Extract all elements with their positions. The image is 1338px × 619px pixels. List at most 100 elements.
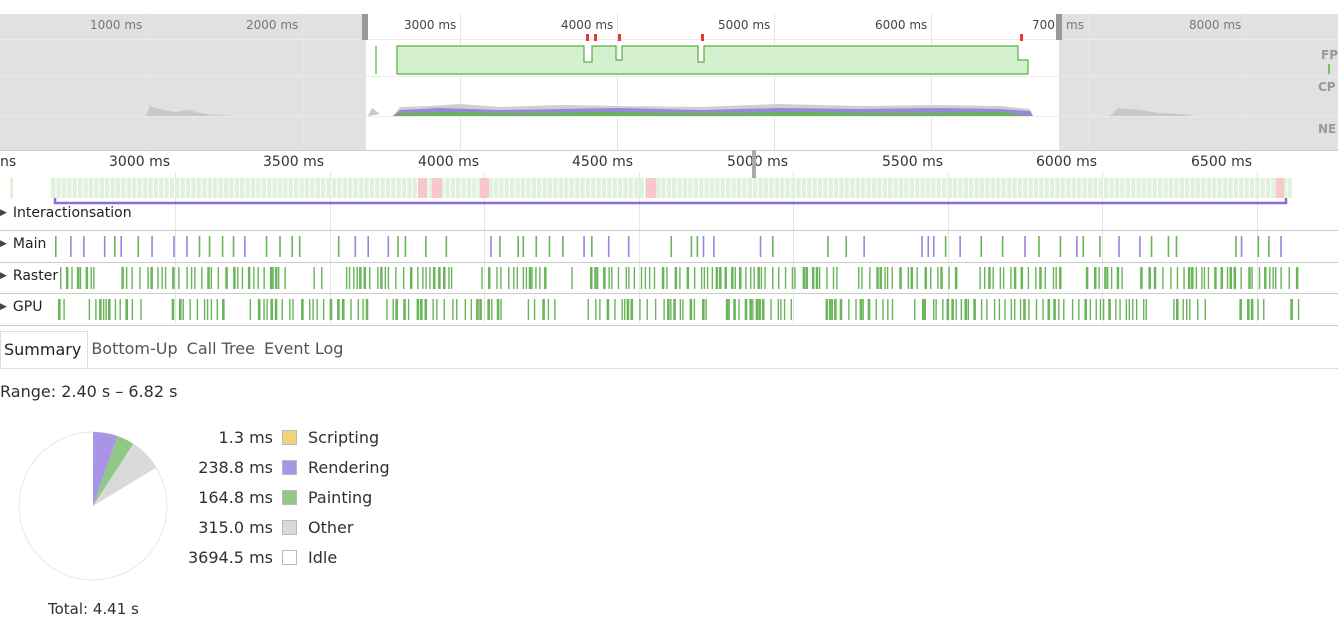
- frame-block: [736, 178, 742, 198]
- frame-block: [1001, 178, 1006, 198]
- tab-bottom-up[interactable]: Bottom-Up: [88, 331, 183, 368]
- legend-swatch: [282, 490, 297, 505]
- track-interactions[interactable]: ▶ Interactionsation: [0, 200, 1338, 231]
- expand-triangle-icon[interactable]: ▶: [0, 271, 7, 281]
- frame-block: [866, 178, 871, 198]
- frame-block: [126, 178, 131, 198]
- frame-block: [337, 178, 342, 198]
- tab-summary[interactable]: Summary: [0, 331, 89, 368]
- overview-left-handle[interactable]: [362, 14, 368, 40]
- frame-block: [1179, 178, 1184, 198]
- frame-block: [1055, 178, 1060, 198]
- track-main[interactable]: ▶ Main: [0, 230, 1338, 262]
- frame-block: [510, 178, 515, 198]
- frame-block: [974, 178, 979, 198]
- toolbar-strip: [0, 0, 1338, 15]
- frame-block: [148, 178, 153, 198]
- legend-name: Scripting: [308, 428, 380, 447]
- frame-block: [1152, 178, 1157, 198]
- frame-block: [817, 178, 823, 198]
- frame-block: [1028, 178, 1033, 198]
- frame-block: [661, 178, 666, 198]
- expand-triangle-icon[interactable]: ▶: [0, 208, 7, 218]
- frame-block-dropped: [432, 178, 442, 198]
- frame-block: [56, 178, 61, 198]
- summary-pie-chart: [18, 431, 168, 581]
- frame-block: [229, 178, 234, 198]
- frame-block: [537, 178, 542, 198]
- frame-block: [601, 178, 607, 198]
- frame-block: [1120, 178, 1125, 198]
- frame-block: [1271, 178, 1276, 198]
- tab-call-tree[interactable]: Call Tree: [184, 331, 261, 368]
- frame-block: [369, 178, 374, 198]
- track-label: Raster: [12, 268, 59, 284]
- frame-block: [256, 178, 261, 198]
- frame-block: [580, 178, 585, 198]
- frame-block: [996, 178, 1001, 198]
- frame-block: [828, 178, 833, 198]
- expand-triangle-icon[interactable]: ▶: [0, 302, 7, 312]
- overview-right-handle[interactable]: [1056, 14, 1062, 40]
- frame-block: [526, 178, 531, 198]
- frame-block: [942, 178, 947, 198]
- frame-block: [807, 178, 812, 198]
- cursor-marker: [752, 150, 756, 178]
- frame-block: [909, 178, 914, 198]
- frame-block: [88, 178, 94, 198]
- frame-block: [240, 178, 245, 198]
- frame-block: [207, 178, 212, 198]
- frame-block: [321, 178, 326, 198]
- legend-name: Rendering: [308, 458, 390, 477]
- frame-block: [758, 178, 763, 198]
- frame-block: [353, 178, 358, 198]
- legend-value: 238.8 ms: [198, 458, 273, 477]
- frame-block: [569, 178, 574, 198]
- frame-block: [310, 178, 315, 198]
- timeline-overview[interactable]: 1000 ms 2000 ms 3000 ms 4000 ms 5000 ms …: [0, 14, 1338, 150]
- frame-block: [1114, 178, 1120, 198]
- frame-block: [142, 178, 148, 198]
- frame-block: [1141, 178, 1147, 198]
- frame-block: [412, 178, 418, 198]
- tab-event-log[interactable]: Event Log: [261, 331, 350, 368]
- frame-block: [1017, 178, 1022, 198]
- frame-block: [1233, 178, 1238, 198]
- track-gpu[interactable]: ▶ GPU: [0, 293, 1338, 326]
- legend-swatch: [282, 550, 297, 565]
- frame-block-dropped: [418, 178, 427, 198]
- frame-block: [1174, 178, 1179, 198]
- frame-block: [1260, 178, 1265, 198]
- frame-block: [715, 178, 720, 198]
- frame-block: [915, 178, 920, 198]
- overview-graphs: [146, 34, 1330, 116]
- frame-block: [72, 178, 77, 198]
- legend-value: 3694.5 ms: [188, 548, 273, 567]
- frame-block: [1104, 178, 1109, 198]
- frame-block: [1125, 178, 1130, 198]
- frame-block: [1249, 178, 1255, 198]
- frame-block: [1185, 178, 1190, 198]
- frame-block: [877, 178, 882, 198]
- frame-block: [774, 178, 779, 198]
- frame-block: [515, 178, 520, 198]
- frame-block: [796, 178, 801, 198]
- frame-block: [709, 178, 715, 198]
- frame-block: [591, 178, 596, 198]
- track-label: Main: [12, 236, 47, 252]
- flame-chart[interactable]: ns 3000 ms 3500 ms 4000 ms 4500 ms 5000 …: [0, 150, 1338, 326]
- expand-triangle-icon[interactable]: ▶: [0, 239, 7, 249]
- track-label: Interactionsation: [12, 205, 132, 221]
- legend-name: Idle: [308, 548, 338, 567]
- frame-block: [402, 178, 407, 198]
- frame-block: [893, 178, 898, 198]
- frame-block: [1044, 178, 1049, 198]
- track-raster[interactable]: ▶ Raster: [0, 262, 1338, 294]
- frame-block: [801, 178, 806, 198]
- fps-chart: [375, 34, 1330, 75]
- frame-block-dropped: [646, 178, 656, 198]
- frame-block: [234, 178, 239, 198]
- frame-block: [331, 178, 337, 198]
- frame-block: [634, 178, 639, 198]
- frame-block: [958, 178, 963, 198]
